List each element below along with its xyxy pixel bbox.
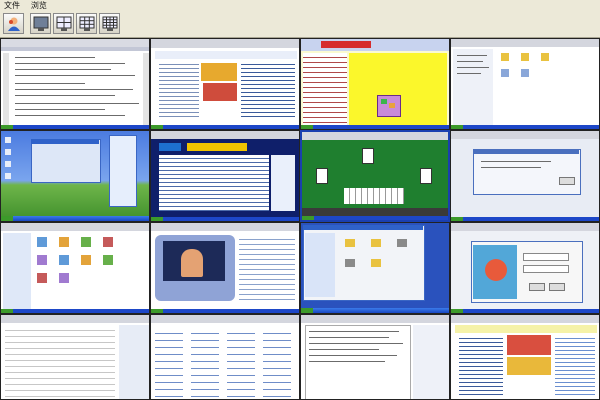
screen-10-video-player[interactable] [150, 222, 300, 314]
nine-screen-button[interactable] [76, 13, 97, 34]
four-screen-icon [56, 16, 72, 31]
toolbar [0, 11, 600, 38]
user-view-icon [8, 17, 20, 31]
menu-file[interactable]: 文件 [0, 0, 24, 11]
screen-9-control-panel[interactable] [0, 222, 150, 314]
single-screen-button[interactable] [30, 13, 51, 34]
screen-2-news-webpage[interactable] [150, 38, 300, 130]
screen-7-card-game[interactable] [300, 130, 450, 222]
sixteen-screen-button[interactable] [99, 13, 120, 34]
screen-grid [0, 38, 600, 400]
user-view-button[interactable] [3, 13, 24, 34]
four-screen-button[interactable] [53, 13, 74, 34]
nine-screen-icon [79, 16, 95, 31]
screen-12-login-dialog[interactable] [450, 222, 600, 314]
screen-16-colorful-webpage[interactable] [450, 314, 600, 400]
screen-3-yellow-game[interactable] [300, 38, 450, 130]
menu-browse[interactable]: 浏览 [27, 0, 51, 11]
single-screen-icon [33, 16, 49, 31]
screen-13-spreadsheet[interactable] [0, 314, 150, 400]
screen-4-file-explorer[interactable] [450, 38, 600, 130]
screen-15-text-document[interactable] [300, 314, 450, 400]
sixteen-screen-icon [102, 16, 118, 31]
screen-5-desktop-chat[interactable] [0, 130, 150, 222]
screen-1-word-document[interactable] [0, 38, 150, 130]
screen-8-dialog-window[interactable] [450, 130, 600, 222]
screen-14-icon-list[interactable] [150, 314, 300, 400]
screen-6-portal-webpage[interactable] [150, 130, 300, 222]
screen-11-my-computer[interactable] [300, 222, 450, 314]
